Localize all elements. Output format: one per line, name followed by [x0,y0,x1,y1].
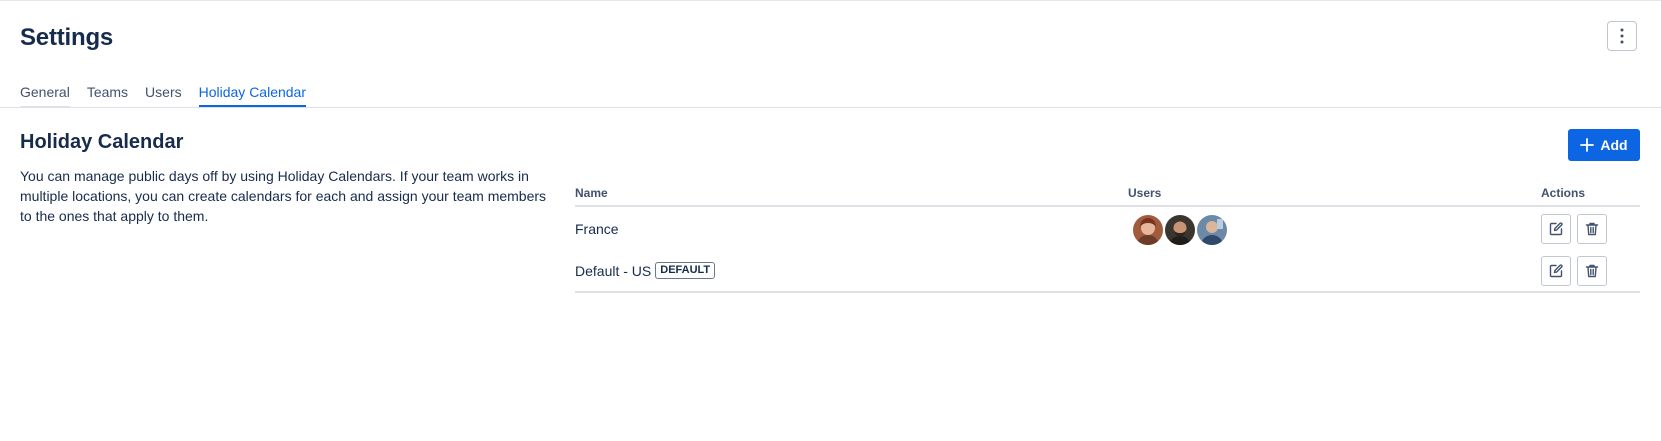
tab-holiday-calendar[interactable]: Holiday Calendar [198,84,307,108]
more-actions-button[interactable] [1607,21,1637,51]
tab-users[interactable]: Users [145,84,182,106]
tab-teams[interactable]: Teams [87,84,128,106]
calendar-name: Default - US [575,262,652,279]
section-description: You can manage public days off by using … [20,168,547,224]
add-calendar-button[interactable]: Add [1568,129,1640,161]
trash-icon [1585,264,1599,278]
top-divider [0,0,1661,1]
table-row-name: France [575,221,619,237]
avatar[interactable] [1195,213,1229,247]
more-vertical-icon [1620,28,1624,44]
column-header-actions: Actions [1541,186,1586,200]
table-bottom-divider [575,291,1640,293]
settings-tabs: General Teams Users Holiday Calendar [20,84,307,108]
user-avatar-group[interactable] [1131,213,1229,247]
plus-icon [1580,138,1595,152]
edit-icon [1549,222,1563,236]
default-badge: DEFAULT [655,262,716,279]
delete-button[interactable] [1577,256,1607,286]
trash-icon [1585,222,1599,236]
avatar[interactable] [1131,213,1165,247]
column-header-name: Name [575,186,608,200]
page-title: Settings [20,24,114,51]
edit-icon [1549,264,1563,278]
tabs-divider [0,107,1661,108]
tab-general[interactable]: General [20,84,70,108]
edit-button[interactable] [1541,256,1571,286]
add-button-label: Add [1600,137,1628,153]
table-row-name: Default - US DEFAULT [575,262,716,279]
calendar-name: France [575,221,619,237]
edit-button[interactable] [1541,214,1571,244]
section-title: Holiday Calendar [20,131,184,153]
avatar[interactable] [1163,213,1197,247]
delete-button[interactable] [1577,214,1607,244]
column-header-users: Users [1128,186,1162,200]
table-header-divider [575,205,1640,207]
